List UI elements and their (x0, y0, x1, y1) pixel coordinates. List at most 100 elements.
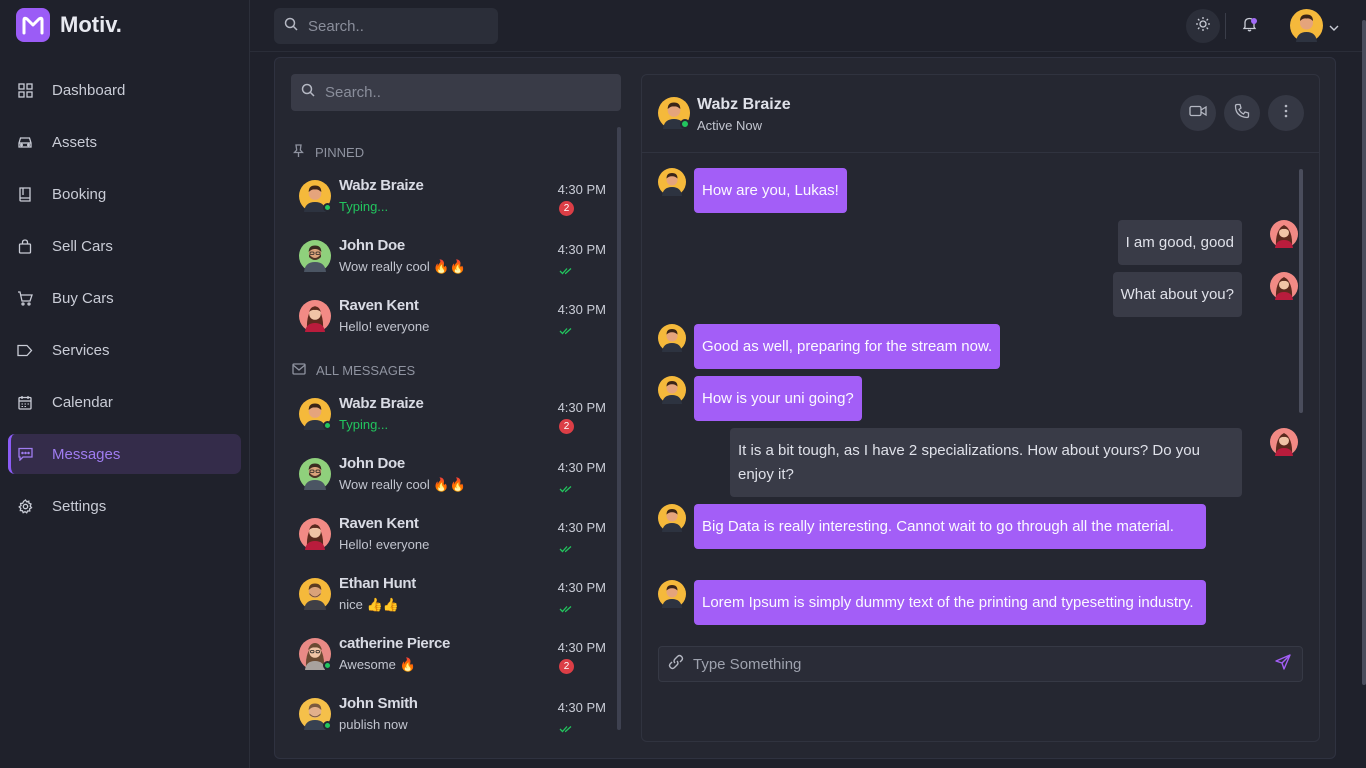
brand-logo[interactable]: Motiv. (16, 8, 122, 42)
contact-name: Wabz Braize (339, 177, 424, 194)
avatar (1270, 220, 1298, 248)
online-status-dot (323, 721, 332, 730)
incoming-message: How are you, Lukas! (694, 168, 847, 213)
phone-icon (1234, 103, 1250, 124)
contact-status: Active Now (697, 118, 763, 133)
sidebar-item-label: Services (52, 341, 110, 359)
send-button[interactable] (1268, 649, 1298, 679)
user-menu[interactable] (1290, 9, 1339, 47)
sidebar-item-calendar[interactable]: Calendar (8, 382, 241, 422)
message-bubble[interactable]: Lorem Ipsum is simply dummy text of the … (694, 580, 1206, 625)
sidebar-item-sell-cars[interactable]: Sell Cars (8, 226, 241, 266)
notifications-button[interactable] (1232, 9, 1266, 43)
conversation-item-john-smith[interactable]: John Smith publish now 4:30 PM (291, 689, 622, 746)
sidebar-item-buy-cars[interactable]: Buy Cars (8, 278, 241, 318)
chat-search (291, 74, 621, 111)
outgoing-message: It is a bit tough, as I have 2 specializ… (730, 428, 1242, 497)
sidebar-item-messages[interactable]: Messages (8, 434, 241, 474)
chevron-down-icon (1329, 19, 1339, 37)
tag-icon (17, 342, 33, 358)
video-icon (1189, 104, 1207, 122)
message-composer (658, 646, 1303, 682)
message-time: 4:30 PM (557, 242, 606, 257)
message-preview: Typing... (339, 417, 389, 432)
sidebar-item-label: Settings (52, 497, 107, 515)
sidebar-item-label: Dashboard (52, 81, 126, 99)
voice-call-button[interactable] (1224, 95, 1260, 131)
contact-name: Ethan Hunt (339, 575, 416, 592)
sidebar-item-dashboard[interactable]: Dashboard (8, 70, 241, 110)
sidebar-item-label: Buy Cars (52, 289, 114, 307)
message-time: 4:30 PM (557, 182, 606, 197)
sidebar-item-label: Calendar (52, 393, 113, 411)
app-root: Motiv. Dashboard Assets Booking Sell Car… (0, 0, 1366, 768)
avatar (299, 240, 331, 272)
conversation-item-catherine-pierce[interactable]: catherine Pierce Awesome 🔥 4:30 PM 2 (291, 629, 622, 689)
message-input[interactable] (693, 655, 1268, 673)
double-check-icon (559, 322, 573, 340)
avatar (658, 376, 686, 404)
chat-list-scrollbar[interactable] (617, 127, 621, 730)
global-search (274, 8, 498, 44)
theme-toggle-button[interactable] (1186, 9, 1220, 43)
global-search-input[interactable] (308, 17, 478, 35)
topbar-divider (1225, 13, 1226, 39)
incoming-message: Lorem Ipsum is simply dummy text of the … (694, 580, 1206, 625)
conversation-item-raven-kent[interactable]: Raven Kent Hello! everyone 4:30 PM (291, 291, 622, 351)
sun-icon (1195, 16, 1211, 37)
message-bubble[interactable]: Good as well, preparing for the stream n… (694, 324, 1001, 369)
message-bubble[interactable]: I am good, good (1117, 220, 1242, 265)
bag-icon (17, 238, 33, 254)
avatar (299, 300, 331, 332)
chat-list: PINNED Wabz Braize Typing... 4:30 PM 2 John … (291, 74, 622, 744)
notification-dot (1251, 18, 1257, 24)
double-check-icon (559, 600, 573, 618)
sidebar-item-label: Assets (52, 133, 98, 151)
more-options-button[interactable] (1268, 95, 1304, 131)
incoming-message: How is your uni going? (694, 376, 862, 421)
outgoing-message: I am good, good (1117, 220, 1242, 265)
message-bubble[interactable]: How is your uni going? (694, 376, 862, 421)
sidebar: Motiv. Dashboard Assets Booking Sell Car… (0, 0, 250, 768)
conversation-header: Wabz Braize Active Now (642, 75, 1319, 153)
sidebar-nav: Dashboard Assets Booking Sell Cars Buy C… (8, 70, 241, 538)
contact-name: John Doe (339, 455, 405, 472)
sidebar-item-assets[interactable]: Assets (8, 122, 241, 162)
message-thread[interactable]: How are you, Lukas! I am good, good What a… (642, 165, 1302, 629)
attachment-link-icon[interactable] (668, 654, 684, 675)
pinned-section-label: PINNED (315, 144, 365, 160)
avatar (1270, 272, 1298, 300)
pinned-conversations: Wabz Braize Typing... 4:30 PM 2 John Doe Wow … (291, 171, 622, 351)
message-bubble[interactable]: What about you? (1112, 272, 1242, 317)
video-call-button[interactable] (1180, 95, 1216, 131)
message-time: 4:30 PM (557, 580, 606, 595)
avatar (299, 458, 331, 490)
message-time: 4:30 PM (557, 520, 606, 535)
avatar (299, 638, 332, 670)
conversation-item-john-doe[interactable]: John Doe Wow really cool 🔥🔥 4:30 PM (291, 231, 622, 291)
contact-avatar[interactable] (658, 97, 690, 129)
contact-name: Wabz Braize (697, 96, 791, 113)
conversation-item-raven-kent[interactable]: Raven Kent Hello! everyone 4:30 PM (291, 509, 622, 569)
avatar (299, 398, 332, 430)
sidebar-item-booking[interactable]: Booking (8, 174, 241, 214)
sidebar-item-settings[interactable]: Settings (8, 486, 241, 526)
contact-name: John Doe (339, 237, 405, 254)
conversation-item-wabz-braize[interactable]: Wabz Braize Typing... 4:30 PM 2 (291, 171, 622, 231)
contact-name: Raven Kent (339, 515, 419, 532)
conversation-item-john-doe[interactable]: John Doe Wow really cool 🔥🔥 4:30 PM (291, 449, 622, 509)
page-scrollbar[interactable] (1362, 20, 1366, 685)
message-bubble[interactable]: Big Data is really interesting. Cannot w… (694, 504, 1206, 549)
online-status-dot (323, 421, 332, 430)
chat-list-scroll[interactable]: PINNED Wabz Braize Typing... 4:30 PM 2 John … (291, 126, 622, 746)
message-bubble[interactable]: It is a bit tough, as I have 2 specializ… (730, 428, 1242, 497)
sidebar-item-label: Sell Cars (52, 237, 113, 255)
chat-search-input[interactable] (325, 84, 495, 101)
message-thread-scrollbar[interactable] (1299, 169, 1303, 413)
conversation-item-wabz-braize[interactable]: Wabz Braize Typing... 4:30 PM 2 (291, 389, 622, 449)
avatar (658, 580, 686, 608)
conversation-item-ethan-hunt[interactable]: Ethan Hunt nice 👍👍 4:30 PM (291, 569, 622, 629)
message-preview: Awesome 🔥 (339, 657, 416, 672)
message-bubble[interactable]: How are you, Lukas! (694, 168, 847, 213)
sidebar-item-services[interactable]: Services (8, 330, 241, 370)
